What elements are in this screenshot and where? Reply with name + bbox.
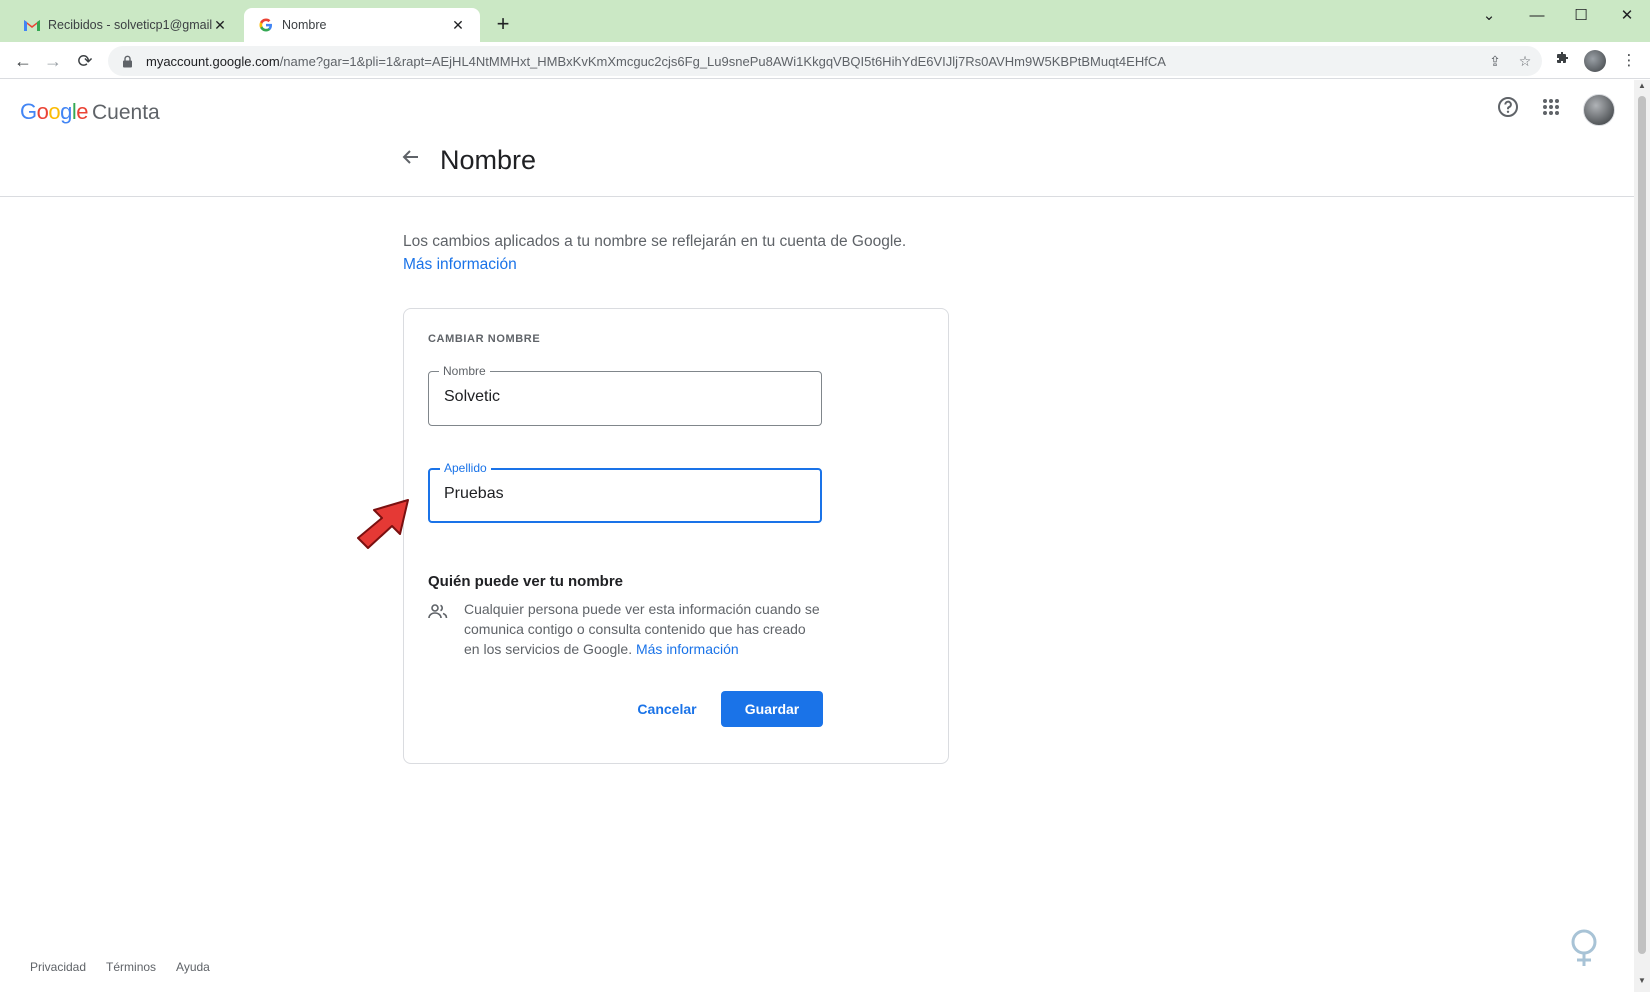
maximize-icon[interactable]: ☐	[1558, 4, 1604, 28]
account-avatar[interactable]	[1583, 94, 1615, 126]
card-heading: CAMBIAR NOMBRE	[428, 333, 541, 345]
visibility-description: Cualquier persona puede ver esta informa…	[464, 599, 824, 659]
intro-sentence: Los cambios aplicados a tu nombre se ref…	[403, 233, 907, 250]
visibility-heading: Quién puede ver tu nombre	[428, 573, 624, 590]
close-tab-icon[interactable]: ✕	[450, 17, 466, 34]
back-arrow-icon[interactable]	[396, 145, 426, 175]
more-info-link[interactable]: Más información	[403, 253, 906, 276]
google-account-logo[interactable]: Google Cuenta	[20, 99, 160, 125]
scroll-up-icon[interactable]: ▲	[1634, 81, 1650, 95]
google-icon	[258, 17, 274, 33]
google-wordmark: Google	[20, 99, 89, 124]
browser-toolbar: ← → ⟳ myaccount.google.com/name?gar=1&pl…	[0, 42, 1650, 79]
tab-search-icon[interactable]: ⌄	[1466, 4, 1512, 28]
apps-grid-icon[interactable]	[1537, 96, 1565, 124]
reload-icon[interactable]: ⟳	[72, 48, 98, 74]
people-icon	[428, 603, 450, 623]
url-host: myaccount.google.com	[146, 53, 280, 69]
page-scrollbar[interactable]: ▲ ▼	[1634, 80, 1650, 992]
first-name-field[interactable]: Nombre	[428, 364, 822, 426]
page-title: Nombre	[440, 145, 537, 175]
page: Google Cuenta Nombre Los cambios aplicad…	[0, 80, 1634, 992]
browser-tab-bar: Recibidos - solveticp1@gmail.com ✕ Nombr…	[0, 0, 1650, 42]
url-path: /name?gar=1&pli=1&rapt=AEjHL4NtMMHxt_HMB…	[279, 53, 1166, 69]
last-name-input[interactable]	[444, 485, 804, 503]
visibility-more-info-link[interactable]: Más información	[636, 641, 739, 657]
menu-kebab-icon[interactable]: ⋮	[1618, 50, 1640, 72]
help-icon[interactable]	[1494, 96, 1522, 124]
back-icon[interactable]: ←	[10, 48, 36, 74]
browser-profile-avatar[interactable]	[1584, 50, 1606, 72]
tab-title: Recibidos - solveticp1@gmail.com	[48, 18, 212, 32]
annotation-arrow-icon	[357, 499, 409, 549]
footer-privacy-link[interactable]: Privacidad	[30, 960, 86, 974]
new-tab-button[interactable]: +	[490, 12, 516, 38]
address-bar[interactable]: myaccount.google.com/name?gar=1&pli=1&ra…	[108, 46, 1542, 76]
minimize-icon[interactable]: —	[1514, 4, 1560, 28]
change-name-card: CAMBIAR NOMBRE Nombre Apellido Quién pue…	[403, 308, 949, 764]
solvetic-watermark-icon	[1548, 928, 1620, 988]
tab-nombre[interactable]: Nombre ✕	[244, 8, 480, 42]
page-title-bar: Nombre	[0, 135, 1634, 197]
url-text: myaccount.google.com/name?gar=1&pli=1&ra…	[146, 54, 1484, 69]
footer-terms-link[interactable]: Términos	[106, 960, 156, 974]
last-name-field[interactable]: Apellido	[428, 461, 822, 523]
footer-help-link[interactable]: Ayuda	[176, 960, 210, 974]
close-tab-icon[interactable]: ✕	[212, 17, 228, 34]
forward-icon[interactable]: →	[40, 48, 66, 74]
bookmark-star-icon[interactable]: ☆	[1514, 50, 1536, 72]
tab-title: Nombre	[282, 18, 327, 32]
first-name-label: Nombre	[439, 364, 490, 378]
cancel-button[interactable]: Cancelar	[624, 691, 710, 727]
intro-text: Los cambios aplicados a tu nombre se ref…	[403, 230, 906, 276]
lock-icon	[122, 55, 134, 68]
gmail-icon	[24, 17, 40, 33]
close-window-icon[interactable]: ✕	[1604, 4, 1650, 28]
extensions-icon[interactable]	[1552, 50, 1574, 72]
footer: Privacidad Términos Ayuda	[30, 960, 210, 974]
save-button[interactable]: Guardar	[721, 691, 823, 727]
first-name-input[interactable]	[444, 388, 804, 406]
last-name-label: Apellido	[440, 461, 491, 475]
scrollbar-thumb[interactable]	[1638, 96, 1646, 954]
product-name: Cuenta	[92, 101, 160, 124]
tab-gmail[interactable]: Recibidos - solveticp1@gmail.com ✕	[10, 8, 242, 42]
scroll-down-icon[interactable]: ▼	[1634, 976, 1650, 990]
share-icon[interactable]: ⇪	[1484, 50, 1506, 72]
